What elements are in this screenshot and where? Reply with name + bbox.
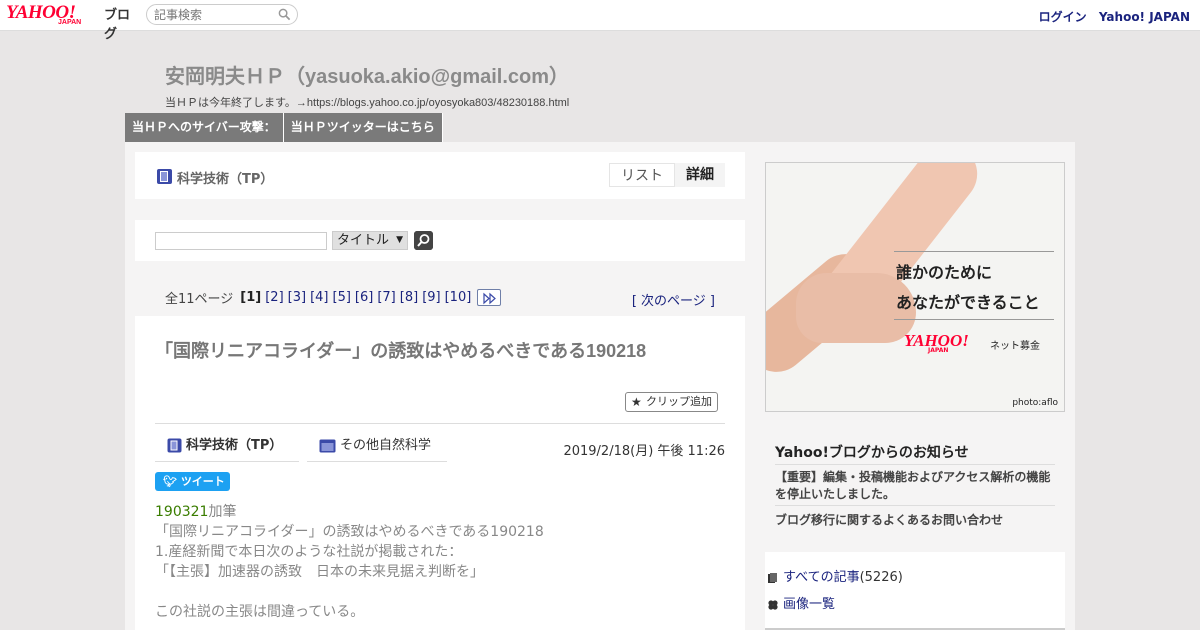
book-icon [167,438,182,453]
yahoo-japan-link[interactable]: Yahoo! JAPAN [1099,10,1190,24]
ad-copy-line: あなたができること [896,295,1040,312]
notice-heading: Yahoo!ブログからのお知らせ [775,445,969,461]
search-submit-icon[interactable] [414,231,433,250]
login-link[interactable]: ログイン [1039,10,1087,24]
dropdown-arrow-icon: ▼ [396,235,403,245]
divider [894,319,1054,320]
folder-icon [319,439,336,452]
sidebar: 誰かのために あなたができること YAHOO! JAPAN ネット募金 phot… [755,142,1075,630]
article-search-bar [146,4,298,25]
ad-copy-line: 誰かのために [896,265,993,282]
clip-add-button[interactable]: ★ クリップ追加 [625,392,718,412]
image-gallery-icon [768,599,778,610]
divider [894,251,1054,252]
nav-cyber-attack[interactable]: 当ＨＰへのサイバー攻撃： [125,113,284,142]
post-subcategory[interactable]: その他自然科学 [307,434,447,462]
post-body-line: 「国際リニアコライダー」の誘致はやめるべきである190218 [155,524,544,540]
pagination: 全11ページ [1] [2] [3] [4] [5] [6] [7] [8] [… [165,288,502,307]
post-revision-note: 加筆 [208,504,237,520]
search-icon[interactable] [278,8,291,21]
notice-link[interactable]: 【重要】編集・投稿機能およびアクセス解析の機能を停止いたしました。 [775,469,1060,503]
twitter-bird-icon: 🐦︎ [163,475,177,488]
blog-logo-text: ブログ [104,8,131,42]
fast-forward-icon[interactable] [477,289,502,306]
pager-link[interactable]: [4] [310,290,328,305]
post-subcategory-label: その他自然科学 [340,438,432,453]
global-search-input[interactable] [154,7,274,22]
article-search-input[interactable] [155,232,327,250]
blog-nav: 当ＨＰへのサイバー攻撃： 当ＨＰツイッターはこちら [125,113,443,142]
post-category-label: 科学技術（TP） [186,438,283,453]
pager-total: 全11ページ [165,292,234,307]
post-body-line: 190321加筆 [155,502,730,522]
pager-link[interactable]: [7] [377,290,395,305]
notice-link[interactable]: ブログ移行に関するよくあるお問い合わせ [775,511,1003,528]
all-posts-item: すべての記事(5226) [767,566,903,585]
post-category[interactable]: 科学技術（TP） [155,434,299,462]
view-list-button[interactable]: リスト [609,163,675,187]
post-body-line: 「【主張】加速器の誘致 日本の未来見据え判断を」 [155,564,484,580]
next-page-link[interactable]: [ 次のページ ] [632,290,715,309]
nav-twitter[interactable]: 当ＨＰツイッターはこちら [283,113,443,142]
post-title[interactable]: 「国際リニアコライダー」の誘致はやめるべきである190218 [155,338,730,364]
pager-link[interactable]: [10] [445,290,472,305]
pager-link[interactable]: [5] [333,290,351,305]
article-search-box: タイトル ▼ [135,220,745,261]
yahoo-logo-subtext: JAPAN [58,19,82,26]
blog-title[interactable]: 安岡明夫ＨＰ（yasuoka.akio@gmail.com） [165,60,569,89]
donation-ad-banner[interactable]: 誰かのために あなたができること YAHOO! JAPAN ネット募金 phot… [765,162,1065,412]
view-toggle: リスト 詳細 [609,163,725,187]
pager-current: [1] [240,290,262,305]
blog-description: 当ＨＰは今年終了します。→https://blogs.yahoo.co.jp/o… [165,97,570,109]
star-icon: ★ [631,395,642,409]
sidebar-links: すべての記事(5226) 画像一覧 [765,552,1065,630]
top-links: ログイン Yahoo! JAPAN [1031,8,1190,25]
post-body-line: 1.産経新聞で本日次のような社説が掲載された： [155,544,463,560]
pager-link[interactable]: [3] [288,290,306,305]
blog-post: 「国際リニアコライダー」の誘致はやめるべきである190218 ★ クリップ追加 … [135,316,745,630]
images-item: 画像一覧 [767,593,835,612]
pager-link[interactable]: [9] [422,290,440,305]
book-icon [768,572,777,583]
divider [155,423,725,424]
main-column: 科学技術（TP） リスト 詳細 タイトル ▼ 全11ページ [1] [2] [3… [125,142,755,630]
pager-link[interactable]: [6] [355,290,373,305]
post-body-line: この社説の主張は間違っている。 [155,604,365,620]
tweet-button[interactable]: 🐦︎ ツイート [155,472,230,491]
search-field-select[interactable]: タイトル ▼ [332,231,408,250]
view-detail-button[interactable]: 詳細 [675,163,725,187]
category-header: 科学技術（TP） リスト 詳細 [135,152,745,199]
clip-add-label: クリップ追加 [646,395,712,408]
search-field-value: タイトル [337,233,390,248]
global-header: YAHOO! JAPAN ブログ ログイン Yahoo! JAPAN [0,0,1200,42]
post-revision-date: 190321 [155,504,209,520]
pager-link[interactable]: [2] [265,290,283,305]
all-posts-link[interactable]: すべての記事 [783,570,860,585]
yahoo-logo-subtext: JAPAN [928,347,949,354]
ad-service-name: ネット募金 [990,341,1040,352]
divider [775,505,1055,506]
category-title: 科学技術（TP） [177,172,274,187]
all-posts-count: (5226) [859,570,903,585]
post-date: 2019/2/18(月) 午後 11:26 [563,444,725,459]
post-body: 190321加筆 「国際リニアコライダー」の誘致はやめるべきである190218 … [155,502,730,622]
photo-credit: photo:aflo [1012,398,1058,408]
book-icon [157,169,172,184]
tweet-label: ツイート [180,475,225,488]
post-body-line [155,582,730,602]
pager-link[interactable]: [8] [400,290,418,305]
yahoo-blog-logo[interactable]: YAHOO! JAPAN ブログ [6,2,142,42]
images-link[interactable]: 画像一覧 [783,597,835,612]
divider [775,464,1055,465]
